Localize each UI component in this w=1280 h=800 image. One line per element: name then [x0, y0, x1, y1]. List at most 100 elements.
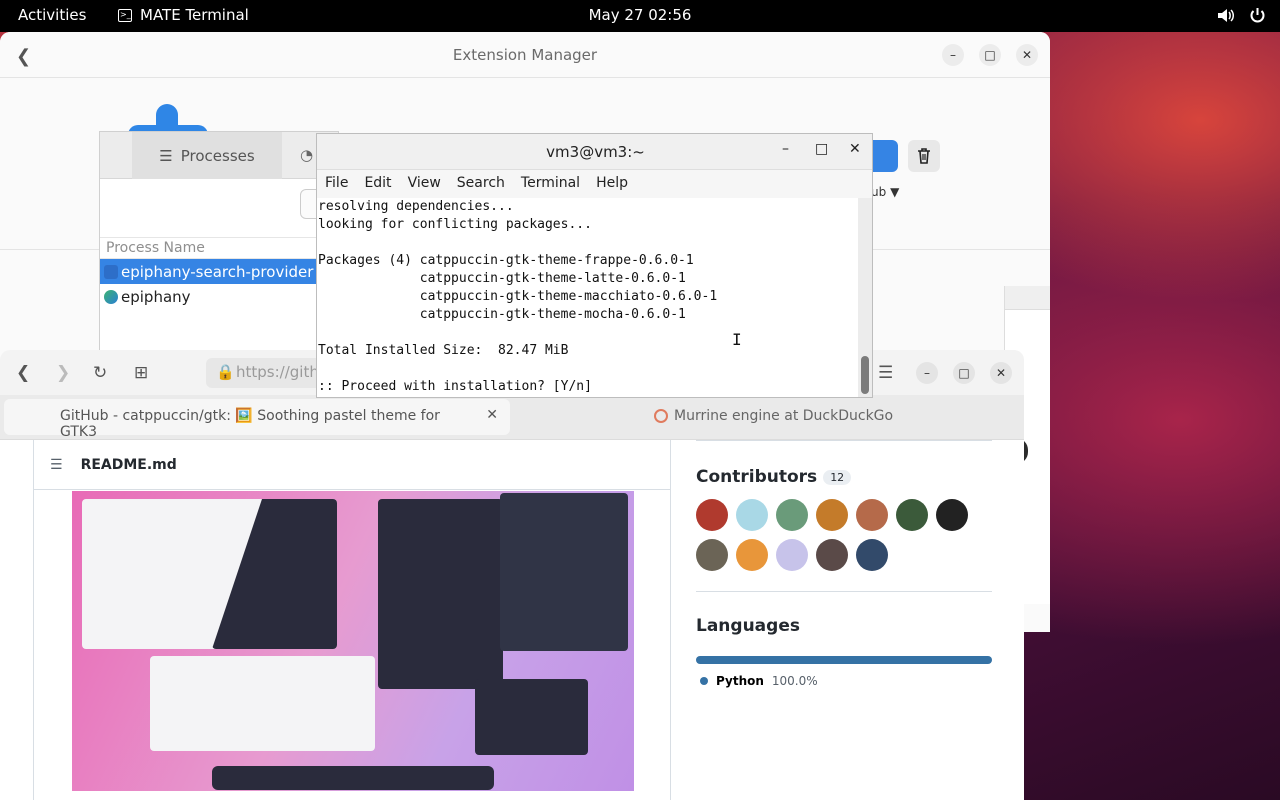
maximize-button[interactable]: □: [953, 362, 975, 384]
web-browser-window[interactable]: ❮ ❯ ↻ ⊞ 🔒 https://githu ☰ – □ ✕ GitHub -…: [0, 350, 1024, 800]
process-row[interactable]: epiphany-search-provider: [100, 259, 338, 284]
language-dot: [700, 677, 708, 685]
contributor-avatar[interactable]: [696, 499, 728, 531]
terminal-line: Total Installed Size: 82.47 MiB: [318, 343, 569, 358]
column-process-name[interactable]: Process Name: [100, 237, 338, 259]
terminal-line: catppuccin-gtk-theme-mocha-0.6.0-1: [318, 307, 686, 322]
text-cursor-icon: I: [732, 330, 742, 349]
terminal-titlebar: vm3@vm3:~ – □ ✕: [317, 134, 872, 170]
page-content: ☰ README.md Contributors 12 Languages Py…: [0, 440, 1024, 800]
tab-processes-label: Processes: [180, 146, 255, 165]
contributor-avatar[interactable]: [856, 499, 888, 531]
window-title: Extension Manager: [452, 46, 598, 64]
app-name: MATE Terminal: [140, 6, 249, 24]
languages-heading: Languages: [696, 616, 800, 636]
terminal-output[interactable]: resolving dependencies... looking for con…: [317, 198, 860, 397]
close-button[interactable]: ✕: [990, 362, 1012, 384]
menu-icon[interactable]: ☰: [878, 363, 893, 383]
process-name: epiphany: [121, 287, 191, 306]
power-icon[interactable]: [1249, 7, 1266, 24]
preview-clocks: [378, 499, 503, 689]
system-monitor-window[interactable]: ☰ Processes ◔ Process Name epiphany-sear…: [99, 131, 339, 351]
maximize-button[interactable]: □: [815, 141, 828, 157]
source-label: ub: [871, 185, 887, 199]
outline-icon[interactable]: ☰: [50, 457, 63, 473]
minimize-button[interactable]: –: [942, 44, 964, 66]
menu-edit[interactable]: Edit: [356, 175, 399, 198]
terminal-menubar: File Edit View Search Terminal Help: [317, 170, 872, 198]
reload-icon[interactable]: ↻: [93, 363, 107, 383]
tab-github[interactable]: GitHub - catppuccin/gtk: 🖼️ Soothing pas…: [4, 399, 510, 440]
language-percent: 100.0%: [771, 674, 818, 688]
tab-processes[interactable]: ☰ Processes: [132, 132, 282, 179]
contributor-avatar[interactable]: [936, 499, 968, 531]
list-icon: ☰: [159, 146, 173, 165]
contributor-avatar[interactable]: [696, 539, 728, 571]
trash-icon: [918, 148, 930, 164]
contributor-avatar[interactable]: [896, 499, 928, 531]
tab-title: GitHub - catppuccin/gtk: 🖼️ Soothing pas…: [60, 408, 440, 440]
app-menu[interactable]: >_ MATE Terminal: [118, 6, 249, 24]
language-item[interactable]: Python 100.0%: [696, 674, 992, 688]
dropdown-arrow-icon: ▼: [890, 185, 900, 199]
preview-dock: [212, 766, 494, 790]
contributor-avatars: [696, 499, 992, 571]
terminal-line: resolving dependencies...: [318, 199, 514, 214]
contributor-avatar[interactable]: [736, 499, 768, 531]
terminal-title: vm3@vm3:~: [546, 143, 645, 161]
contributor-avatar[interactable]: [736, 539, 768, 571]
gauge-icon[interactable]: ◔: [300, 146, 313, 164]
terminal-line: Packages (4) catppuccin-gtk-theme-frappe…: [318, 253, 694, 268]
readme-panel: ☰ README.md: [33, 440, 671, 800]
contributor-avatar[interactable]: [816, 499, 848, 531]
maximize-button[interactable]: □: [979, 44, 1001, 66]
terminal-line: catppuccin-gtk-theme-macchiato-0.6.0-1: [318, 289, 718, 304]
remove-button[interactable]: [908, 140, 940, 172]
forward-icon[interactable]: ❯: [56, 363, 70, 383]
activities-button[interactable]: Activities: [18, 6, 86, 24]
terminal-line: catppuccin-gtk-theme-latte-0.6.0-1: [318, 271, 686, 286]
theme-preview-image: [72, 491, 634, 791]
source-dropdown[interactable]: ub ▼: [871, 185, 899, 199]
tab-duckduckgo[interactable]: Murrine engine at DuckDuckGo: [654, 408, 893, 424]
new-tab-icon[interactable]: ⊞: [134, 363, 148, 383]
language-name: Python: [716, 674, 764, 688]
epiphany-search-icon: [104, 264, 118, 279]
menu-view[interactable]: View: [400, 175, 449, 198]
minimize-button[interactable]: –: [916, 362, 938, 384]
system-tray[interactable]: [1217, 7, 1266, 24]
monitor-toolbar: [100, 179, 338, 237]
menu-file[interactable]: File: [317, 175, 356, 198]
minimize-button[interactable]: –: [782, 141, 789, 157]
monitor-tabs: ☰ Processes ◔: [100, 132, 338, 179]
terminal-window[interactable]: vm3@vm3:~ – □ ✕ File Edit View Search Termin…: [316, 133, 873, 398]
contributor-avatar[interactable]: [776, 499, 808, 531]
contributors-title: Contributors: [696, 467, 818, 487]
contributors-heading[interactable]: Contributors 12: [696, 467, 992, 487]
terminal-line: looking for conflicting packages...: [318, 217, 592, 232]
epiphany-icon: [104, 289, 118, 304]
menu-help[interactable]: Help: [588, 175, 636, 198]
back-icon[interactable]: ❮: [16, 363, 30, 383]
close-button[interactable]: ✕: [849, 141, 861, 157]
close-button[interactable]: ✕: [1016, 44, 1038, 66]
duckduckgo-icon: [654, 409, 668, 423]
process-row[interactable]: epiphany: [100, 284, 338, 309]
contributor-avatar[interactable]: [776, 539, 808, 571]
contributor-avatar[interactable]: [816, 539, 848, 571]
terminal-scrollbar[interactable]: [858, 198, 872, 397]
terminal-line: :: Proceed with installation? [Y/n]: [318, 379, 592, 394]
close-tab-icon[interactable]: ✕: [486, 407, 498, 423]
menu-search[interactable]: Search: [449, 175, 513, 198]
preview-calculator: [475, 679, 588, 755]
preview-quick-settings: [500, 493, 628, 651]
menu-terminal[interactable]: Terminal: [513, 175, 588, 198]
readme-header: ☰ README.md: [34, 440, 670, 490]
volume-icon[interactable]: [1217, 7, 1235, 24]
top-bar: Activities >_ MATE Terminal May 27 02:56: [0, 0, 1280, 32]
scroll-thumb[interactable]: [861, 356, 869, 394]
contributor-avatar[interactable]: [856, 539, 888, 571]
